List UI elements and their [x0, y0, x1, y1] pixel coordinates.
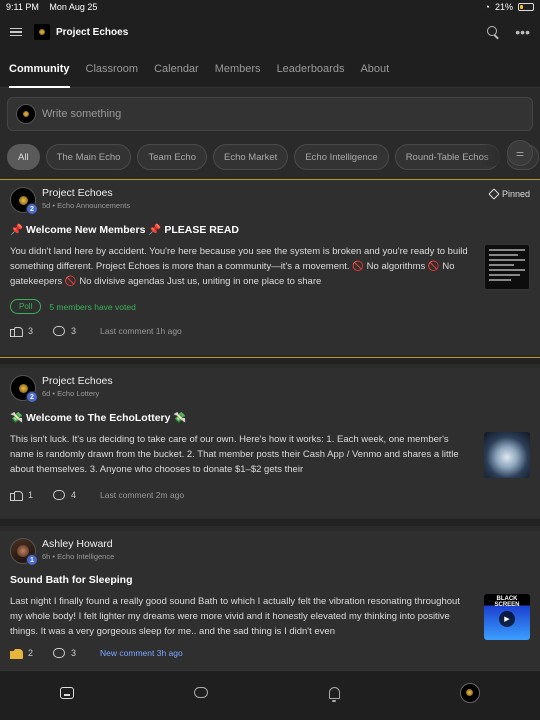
post-title[interactable]: Sound Bath for Sleeping	[10, 574, 530, 586]
pinned-label: Pinned	[488, 188, 530, 200]
level-badge: 1	[26, 554, 38, 566]
post-body[interactable]: This isn't luck. It's us deciding to tak…	[10, 432, 472, 477]
tab-community[interactable]: Community	[9, 50, 70, 88]
post-card[interactable]: 1 Ashley Howard 6h • Echo Intelligence S…	[0, 531, 540, 671]
notifications-icon[interactable]	[328, 686, 340, 702]
status-date: Mon Aug 25	[49, 2, 98, 12]
tab-members[interactable]: Members	[215, 50, 261, 88]
post-category[interactable]: Echo Lottery	[57, 389, 99, 398]
poll-badge[interactable]: Poll	[10, 299, 42, 314]
poll-votes[interactable]: 5 members have voted	[49, 302, 135, 312]
like-icon[interactable]	[10, 490, 23, 501]
post-body[interactable]: Last night I finally found a really good…	[10, 594, 472, 639]
status-time: 9:11 PM	[6, 2, 39, 12]
comment-count: 4	[71, 490, 77, 500]
category-filter-bar: All The Main Echo Team Echo Echo Market …	[0, 131, 540, 174]
level-badge: 2	[26, 203, 38, 215]
divider	[0, 357, 540, 364]
battery-percent: 21%	[494, 2, 513, 12]
bottom-nav	[0, 670, 540, 720]
composer-placeholder[interactable]: Write something	[42, 108, 121, 120]
post-title[interactable]: 📌 Welcome New Members 📌 PLEASE READ	[10, 223, 530, 236]
like-icon[interactable]	[10, 648, 23, 659]
author-avatar[interactable]: 2	[10, 375, 38, 403]
last-comment: Last comment 1h ago	[100, 326, 182, 336]
last-comment: Last comment 2m ago	[100, 490, 185, 500]
divider	[0, 519, 540, 526]
author-avatar[interactable]: 2	[10, 187, 38, 215]
chat-icon[interactable]	[194, 687, 209, 698]
like-count: 3	[28, 326, 34, 336]
author-name[interactable]: Project Echoes	[42, 375, 113, 387]
chip-main-echo[interactable]: The Main Echo	[45, 144, 132, 170]
video-title: BLACK SCREEN	[494, 596, 520, 608]
like-icon[interactable]	[10, 326, 23, 337]
post-time: 5d	[42, 201, 51, 210]
pin-icon	[488, 188, 500, 200]
more-options-icon[interactable]: •••	[515, 25, 530, 39]
post-title[interactable]: 💸 Welcome to The EchoLottery 💸	[10, 411, 530, 424]
post-category[interactable]: Echo Intelligence	[57, 552, 114, 561]
post-card[interactable]: 2 Project Echoes 6d • Echo Lottery 💸 Wel…	[0, 368, 540, 518]
comment-count: 3	[71, 648, 77, 658]
tab-classroom[interactable]: Classroom	[86, 50, 139, 88]
community-logo[interactable]	[34, 24, 50, 40]
profile-avatar[interactable]	[459, 682, 480, 703]
comment-icon[interactable]	[53, 648, 66, 658]
post-thumbnail[interactable]	[484, 244, 530, 290]
community-title[interactable]: Project Echoes	[56, 27, 487, 38]
post-time: 6h	[42, 552, 51, 561]
post-thumbnail[interactable]	[484, 432, 530, 478]
filter-icon[interactable]: ⚌	[507, 140, 533, 166]
search-icon[interactable]	[487, 26, 499, 38]
like-count: 2	[28, 648, 34, 658]
author-name[interactable]: Project Echoes	[42, 187, 130, 199]
home-icon[interactable]	[60, 686, 75, 699]
play-icon[interactable]: ▶	[499, 611, 515, 627]
post-body[interactable]: You didn't land here by accident. You're…	[10, 244, 472, 289]
menu-icon[interactable]	[10, 27, 22, 37]
post-card[interactable]: 2 Project Echoes 5d • Echo Announcements…	[0, 179, 540, 355]
wifi-icon: ◔	[484, 2, 490, 12]
like-count: 1	[28, 490, 34, 500]
new-comment[interactable]: New comment 3h ago	[100, 648, 183, 658]
tab-calendar[interactable]: Calendar	[154, 50, 199, 88]
tab-about[interactable]: About	[360, 50, 389, 88]
chip-team-echo[interactable]: Team Echo	[137, 144, 207, 170]
author-avatar[interactable]: 1	[10, 538, 38, 566]
level-badge: 2	[26, 391, 38, 403]
post-category[interactable]: Echo Announcements	[57, 201, 130, 210]
user-avatar	[16, 104, 36, 124]
battery-icon	[518, 3, 534, 11]
top-bar: Project Echoes •••	[0, 14, 540, 50]
comment-icon[interactable]	[53, 490, 66, 500]
comment-count: 3	[71, 326, 77, 336]
author-name[interactable]: Ashley Howard	[42, 538, 114, 550]
post-composer[interactable]: Write something	[7, 97, 533, 131]
post-time: 6d	[42, 389, 51, 398]
status-bar: 9:11 PM Mon Aug 25 ◔ 21%	[0, 0, 540, 14]
chip-all[interactable]: All	[7, 144, 40, 170]
comment-icon[interactable]	[53, 326, 66, 336]
chip-echo-market[interactable]: Echo Market	[213, 144, 289, 170]
tab-leaderboards[interactable]: Leaderboards	[277, 50, 345, 88]
video-thumbnail[interactable]: BLACK SCREEN ▶	[484, 594, 530, 640]
tab-bar: Community Classroom Calendar Members Lea…	[0, 50, 540, 88]
chip-echo-intelligence[interactable]: Echo Intelligence	[294, 144, 389, 170]
